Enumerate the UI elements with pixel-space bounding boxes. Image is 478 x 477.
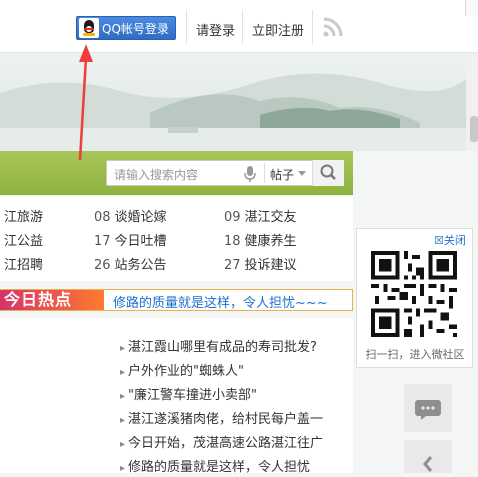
list-item[interactable]: ▸ 户外作业的"蜘蛛人" (120, 360, 352, 379)
search-placeholder: 请输入搜索内容 (114, 168, 199, 182)
quick-link[interactable]: 江招聘 (0, 254, 43, 273)
comment-button[interactable] (404, 384, 452, 432)
list-item[interactable]: ▸ "廉江警车撞进小卖部" (120, 384, 352, 403)
quick-link[interactable]: 09 湛江交友 (224, 206, 297, 225)
divider (312, 10, 313, 44)
back-button[interactable] (404, 440, 452, 473)
landscape-banner (0, 53, 466, 151)
hot-topic-headline[interactable]: 修路的质量就是这样，令人担忧~~~ (113, 292, 328, 311)
list-item[interactable]: ▸ 修路的质量就是这样，令人担忧 (120, 456, 352, 475)
list-item[interactable]: ▸ 湛江遂溪猪肉佬，给村民每户盖一 (120, 408, 352, 427)
qq-login-button[interactable]: QQ帐号登录 (76, 16, 176, 40)
chevron-down-icon[interactable] (298, 171, 306, 176)
close-icon: ☒ (434, 234, 444, 247)
quick-link[interactable]: 江公益 (0, 230, 43, 249)
scrollbar-top[interactable] (465, 0, 478, 16)
lake-scenery-illustration (0, 73, 466, 151)
qr-caption: 扫一扫，进入微社区 (365, 348, 465, 361)
divider (186, 10, 187, 44)
divider (242, 10, 243, 44)
quick-link[interactable]: 26 站务公告 (94, 254, 167, 273)
search-button[interactable] (312, 160, 344, 186)
hot-topic-tag: 今日热点 (0, 290, 104, 310)
quick-link[interactable]: 08 谈婚论嫁 (94, 206, 167, 225)
microphone-icon[interactable] (243, 165, 257, 183)
top-navigation-bar (0, 0, 478, 53)
scrollbar-thumb[interactable] (470, 116, 478, 142)
chat-bubble-icon (415, 400, 441, 420)
rss-icon[interactable] (322, 16, 344, 38)
search-scope-select[interactable]: 帖子 (270, 166, 294, 183)
list-item[interactable]: ▸ 今日开始，茂湛高速公路湛江往广 (120, 432, 352, 451)
quick-links-panel (0, 197, 353, 281)
login-link[interactable]: 请登录 (196, 20, 235, 39)
chevron-left-icon (423, 456, 433, 472)
close-button[interactable]: ☒关闭 (434, 232, 466, 248)
register-link[interactable]: 立即注册 (252, 20, 304, 39)
quick-link[interactable]: 江旅游 (0, 206, 43, 225)
divider (264, 163, 265, 183)
qq-login-label: QQ帐号登录 (102, 21, 169, 36)
quick-link[interactable]: 18 健康养生 (224, 230, 297, 249)
qr-code-image (371, 251, 457, 337)
quick-link[interactable]: 17 今日吐槽 (94, 230, 167, 249)
qq-penguin-icon (79, 18, 99, 38)
quick-link[interactable]: 27 投诉建议 (224, 254, 297, 273)
list-item[interactable]: ▸ 湛江霞山哪里有成品的寿司批发? (120, 336, 352, 355)
search-icon (320, 164, 336, 180)
